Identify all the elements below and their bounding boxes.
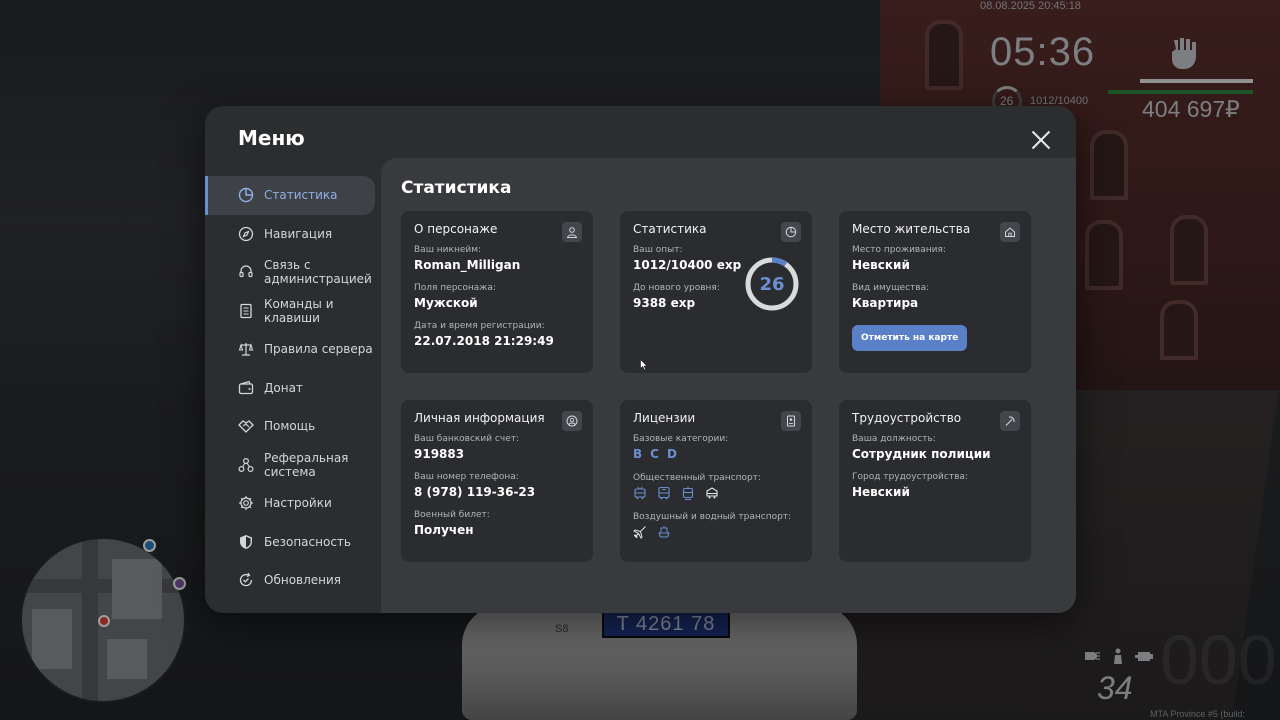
field-label: Базовые категории: <box>633 434 729 444</box>
field-label: Место проживания: <box>852 245 946 255</box>
sidebar-item-label: Донат <box>264 380 303 395</box>
airplane-icon <box>633 525 647 539</box>
pickaxe-icon <box>1000 411 1020 431</box>
sidebar-item-label: Реферальная система <box>264 450 349 479</box>
phone-value: 8 (978) 119-36-23 <box>414 485 536 499</box>
card-title: О персонаже <box>414 222 498 236</box>
field-label: Поля персонажа: <box>414 283 496 293</box>
field-label: Воздушный и водный транспорт: <box>633 512 792 522</box>
sidebar-item-label: Навигация <box>264 226 333 241</box>
field-label: Ваш опыт: <box>633 245 683 255</box>
mouse-cursor-icon <box>640 359 648 371</box>
sidebar-item-updates[interactable]: Обновления <box>205 561 381 600</box>
sidebar-item-settings[interactable]: Настройки <box>205 484 381 523</box>
refresh-icon <box>238 572 254 588</box>
sidebar-item-label: Настройки <box>264 496 332 511</box>
field-label: Военный билет: <box>414 510 490 520</box>
field-label: Город трудоустройства: <box>852 472 968 482</box>
air-water-licenses <box>633 525 799 539</box>
nickname-value: Roman_Milligan <box>414 258 521 272</box>
field-label: Ваш номер телефона: <box>414 472 519 482</box>
card-title: Личная информация <box>414 411 545 425</box>
sidebar-item-label: Помощь <box>264 419 316 434</box>
gear-icon <box>238 495 254 511</box>
license-category: D <box>666 447 677 461</box>
person-icon <box>562 222 582 242</box>
minibus-icon <box>705 486 719 500</box>
compass-icon <box>238 226 254 242</box>
sidebar-item-label: Связь с администрацией <box>264 258 372 287</box>
scales-icon <box>238 341 254 357</box>
work-city-value: Невский <box>852 485 910 499</box>
public-transport-licenses <box>633 486 799 500</box>
property-value: Квартира <box>852 296 919 310</box>
bank-account-value: 919883 <box>414 447 465 461</box>
sidebar-item-security[interactable]: Безопасность <box>205 523 381 562</box>
sidebar-item-label: Безопасность <box>264 534 351 549</box>
wallet-icon <box>238 380 254 396</box>
license-icon <box>781 411 801 431</box>
license-category: B <box>633 447 643 461</box>
card-title: Статистика <box>633 222 707 236</box>
military-id-value: Получен <box>414 523 474 537</box>
bus-icon <box>657 486 671 500</box>
sidebar-item-referral[interactable]: Реферальная система <box>205 446 381 485</box>
license-category: C <box>650 447 659 461</box>
close-icon[interactable] <box>1028 127 1054 153</box>
user-circle-icon <box>562 411 582 431</box>
card-licenses: Лицензии Базовые категории: B C D Общест… <box>620 400 812 562</box>
sidebar-item-donate[interactable]: Донат <box>205 369 381 408</box>
field-label: Ваш банковский счет: <box>414 434 520 444</box>
position-value: Сотрудник полиции <box>852 447 991 461</box>
level-value: 26 <box>759 273 785 295</box>
card-statistics: Статистика Ваш опыт: 1012/10400 exp До н… <box>620 211 812 373</box>
registration-value: 22.07.2018 21:29:49 <box>414 334 554 348</box>
card-title: Место жительства <box>852 222 971 236</box>
card-character: О персонаже Ваш никнейм: Roman_Milligan … <box>401 211 593 373</box>
content-panel: Статистика О персонаже Ваш никнейм: Roma… <box>381 158 1076 613</box>
sidebar-item-label: Статистика <box>264 188 338 203</box>
sidebar-item-label: Обновления <box>264 573 342 588</box>
stats-icon <box>238 187 254 203</box>
sidebar-item-rules[interactable]: Правила сервера <box>205 330 381 369</box>
sidebar-item-statistics[interactable]: Статистика <box>205 176 375 215</box>
gender-value: Мужской <box>414 296 478 310</box>
sidebar-item-contact-admin[interactable]: Связь с администрацией <box>205 253 381 292</box>
headset-icon <box>238 264 254 280</box>
field-label: Ваша должность: <box>852 434 936 444</box>
sidebar-item-commands[interactable]: Команды и клавиши <box>205 292 381 331</box>
sidebar-item-navigation[interactable]: Навигация <box>205 215 381 254</box>
field-label: Вид имущества: <box>852 283 930 293</box>
mark-on-map-button[interactable]: Отметить на карте <box>852 325 968 351</box>
handshake-icon <box>238 418 254 434</box>
trolleybus-icon <box>633 486 647 500</box>
card-title: Лицензии <box>633 411 696 425</box>
field-label: Ваш никнейм: <box>414 245 482 255</box>
card-personal-info: Личная информация Ваш банковский счет: 9… <box>401 400 593 562</box>
residence-value: Невский <box>852 258 910 272</box>
card-title: Трудоустройство <box>852 411 962 425</box>
field-label: Дата и время регистрации: <box>414 321 545 331</box>
sidebar-item-label: Правила сервера <box>264 342 373 357</box>
card-employment: Трудоустройство Ваша должность: Сотрудни… <box>839 400 1031 562</box>
card-residence: Место жительства Место проживания: Невск… <box>839 211 1031 373</box>
document-icon <box>238 303 254 319</box>
sidebar: Статистика Навигация Связь с администрац… <box>205 176 381 600</box>
boat-icon <box>657 525 671 539</box>
tram-icon <box>681 486 695 500</box>
license-categories: B C D <box>633 447 799 461</box>
home-icon <box>1000 222 1020 242</box>
stats-icon <box>781 222 801 242</box>
sidebar-item-help[interactable]: Помощь <box>205 407 381 446</box>
menu-title: Меню <box>238 126 305 150</box>
network-icon <box>238 457 254 473</box>
field-label: Общественный транспорт: <box>633 473 761 483</box>
sidebar-item-label: Команды и клавиши <box>264 296 334 325</box>
shield-icon <box>238 534 254 550</box>
page-title: Статистика <box>401 178 512 198</box>
